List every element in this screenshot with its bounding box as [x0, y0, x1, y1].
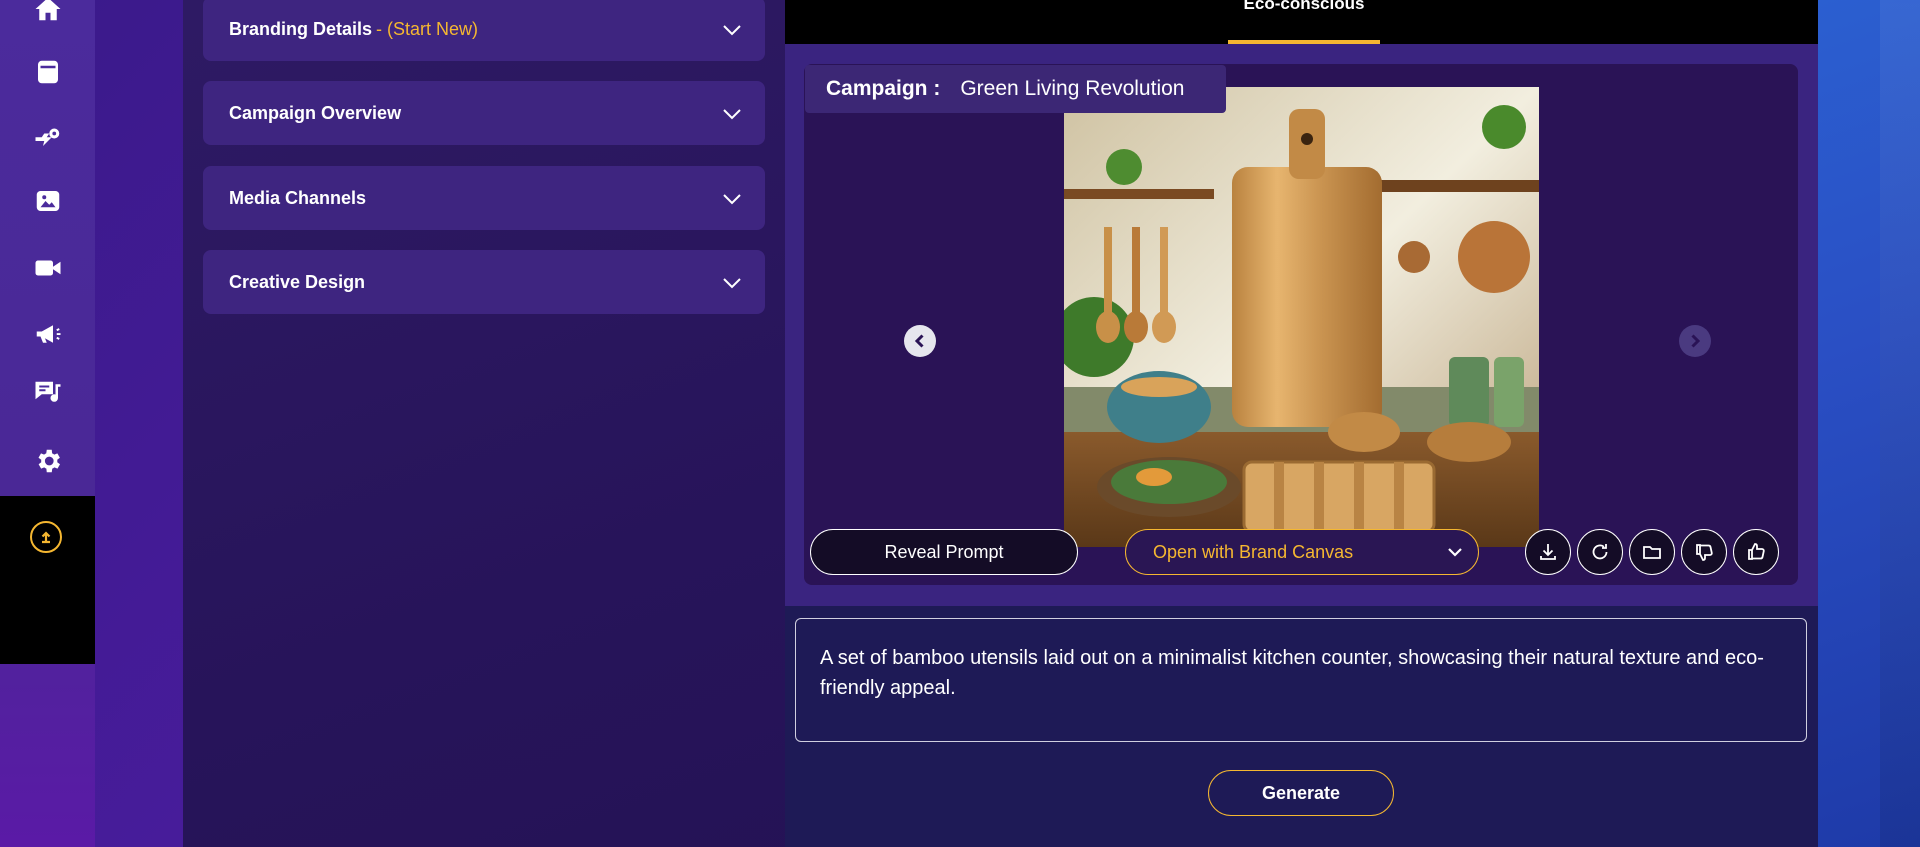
upload-button[interactable] — [30, 521, 62, 553]
open-brand-canvas-dropdown[interactable]: Open with Brand Canvas — [1125, 529, 1479, 575]
like-button[interactable] — [1733, 529, 1779, 575]
previous-image-button[interactable] — [904, 325, 936, 357]
left-nav-rail — [0, 0, 95, 847]
kitchen-image — [1064, 87, 1539, 547]
accordion-branding-details[interactable]: Branding Details - (Start New) — [203, 0, 765, 61]
chat-music-icon — [35, 381, 60, 402]
upload-icon — [41, 531, 51, 544]
accordion-creative-design[interactable]: Creative Design — [203, 250, 765, 314]
nav-settings[interactable] — [0, 439, 95, 483]
dislike-button[interactable] — [1681, 529, 1727, 575]
video-icon — [35, 260, 60, 276]
tab-label: Eco-conscious — [1243, 0, 1365, 13]
accordion-title: Branding Details — [229, 18, 373, 39]
automation-icon — [35, 128, 59, 146]
nav-video[interactable] — [0, 246, 95, 290]
accordion-subtitle: - (Start New) — [376, 18, 479, 39]
reveal-prompt-button[interactable]: Reveal Prompt — [810, 529, 1078, 575]
brand-canvas-label: Open with Brand Canvas — [1153, 541, 1354, 562]
chevron-down-icon — [721, 19, 743, 41]
archive-icon — [37, 60, 58, 84]
gear-icon — [38, 449, 60, 473]
nav-automation[interactable] — [0, 114, 95, 158]
refresh-icon — [1592, 544, 1608, 560]
background-right — [1818, 0, 1920, 847]
accordion-media-channels[interactable]: Media Channels — [203, 166, 765, 230]
campaign-header: Campaign : Green Living Revolution — [805, 65, 1226, 113]
accordion-title: Media Channels — [229, 187, 367, 208]
arrow-left-icon — [914, 334, 924, 348]
thumbs-up-icon — [1748, 543, 1765, 560]
regenerate-button[interactable] — [1577, 529, 1623, 575]
download-icon — [1540, 544, 1556, 560]
folder-icon — [1643, 546, 1661, 559]
nav-social[interactable] — [0, 371, 95, 415]
accordion-campaign-overview[interactable]: Campaign Overview — [203, 81, 765, 145]
download-button[interactable] — [1525, 529, 1571, 575]
tab-eco-conscious[interactable]: Eco-conscious — [1228, 0, 1380, 44]
chevron-down-icon — [1446, 543, 1464, 561]
campaign-label: Campaign : — [826, 77, 941, 100]
nav-archive[interactable] — [0, 50, 95, 94]
nav-images[interactable] — [0, 179, 95, 223]
home-icon — [35, 0, 60, 21]
image-icon — [36, 191, 59, 211]
arrow-right-icon — [1691, 334, 1701, 348]
accordion-title: Campaign Overview — [229, 102, 402, 123]
generated-image — [1064, 87, 1539, 547]
accordion-title: Creative Design — [229, 271, 366, 292]
megaphone-icon — [36, 325, 60, 343]
campaign-name: Green Living Revolution — [960, 77, 1185, 100]
nav-home[interactable] — [0, 0, 95, 31]
chevron-down-icon — [721, 188, 743, 210]
prompt-textarea[interactable]: A set of bamboo utensils laid out on a m… — [795, 618, 1807, 742]
save-to-folder-button[interactable] — [1629, 529, 1675, 575]
thumbs-down-icon — [1696, 544, 1713, 561]
chevron-down-icon — [721, 272, 743, 294]
nav-campaigns[interactable] — [0, 312, 95, 356]
chevron-down-icon — [721, 103, 743, 125]
next-image-button[interactable] — [1679, 325, 1711, 357]
generate-button[interactable]: Generate — [1208, 770, 1394, 816]
